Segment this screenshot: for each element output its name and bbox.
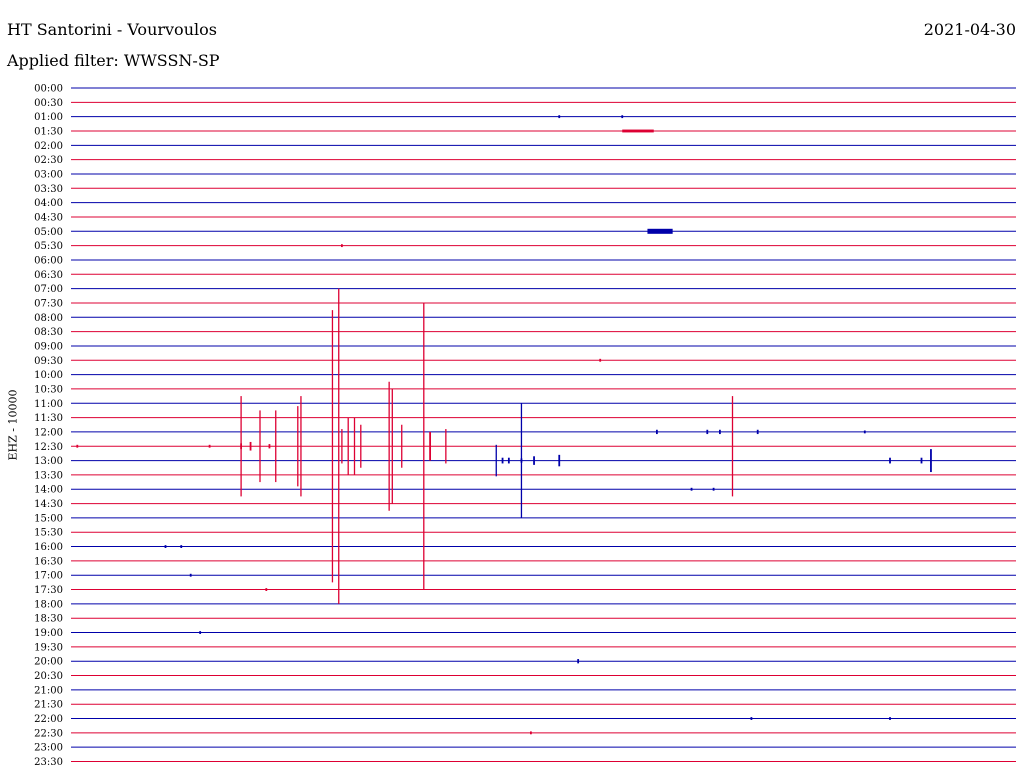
time-tick-label: 09:30 <box>34 356 63 367</box>
time-tick-label: 02:30 <box>34 155 63 166</box>
event-burst <box>647 228 673 234</box>
time-tick-label: 05:00 <box>34 227 63 238</box>
time-tick-label: 21:00 <box>34 685 63 696</box>
time-tick-label: 01:00 <box>34 112 63 123</box>
time-tick-label: 06:30 <box>34 270 63 281</box>
time-tick-label: 04:30 <box>34 212 63 223</box>
time-tick-label: 07:30 <box>34 298 63 309</box>
time-tick-label: 14:30 <box>34 499 63 510</box>
event-burst <box>622 129 654 133</box>
time-tick-label: 10:30 <box>34 384 63 395</box>
time-tick-label: 19:30 <box>34 642 63 653</box>
time-tick-label: 13:00 <box>34 456 63 467</box>
time-tick-label: 06:00 <box>34 255 63 266</box>
time-tick-label: 18:30 <box>34 614 63 625</box>
time-tick-label: 02:00 <box>34 141 63 152</box>
time-tick-label: 09:00 <box>34 341 63 352</box>
time-tick-label: 15:00 <box>34 513 63 524</box>
time-tick-label: 00:30 <box>34 98 63 109</box>
time-tick-label: 20:00 <box>34 657 63 668</box>
time-tick-label: 19:00 <box>34 628 63 639</box>
time-tick-label: 16:00 <box>34 542 63 553</box>
time-tick-label: 16:30 <box>34 556 63 567</box>
time-tick-label: 05:30 <box>34 241 63 252</box>
time-tick-label: 20:30 <box>34 671 63 682</box>
time-tick-label: 15:30 <box>34 528 63 539</box>
time-tick-label: 17:00 <box>34 571 63 582</box>
time-tick-label: 08:30 <box>34 327 63 338</box>
time-tick-label: 14:00 <box>34 485 63 496</box>
time-tick-label: 18:00 <box>34 599 63 610</box>
time-tick-label: 13:30 <box>34 470 63 481</box>
time-tick-label: 22:30 <box>34 728 63 739</box>
time-tick-label: 21:30 <box>34 700 63 711</box>
time-tick-label: 23:30 <box>34 757 63 768</box>
time-tick-label: 08:00 <box>34 313 63 324</box>
time-tick-label: 03:00 <box>34 169 63 180</box>
time-tick-label: 12:30 <box>34 442 63 453</box>
time-tick-label: 12:00 <box>34 427 63 438</box>
time-tick-label: 11:00 <box>34 399 63 410</box>
time-tick-label: 23:00 <box>34 743 63 754</box>
time-tick-label: 04:00 <box>34 198 63 209</box>
time-tick-label: 22:00 <box>34 714 63 725</box>
time-tick-label: 07:00 <box>34 284 63 295</box>
time-tick-label: 17:30 <box>34 585 63 596</box>
time-tick-label: 03:30 <box>34 184 63 195</box>
time-tick-label: 00:00 <box>34 84 63 95</box>
time-tick-label: 10:00 <box>34 370 63 381</box>
seismogram-chart: 00:00 00:30 01:00 01:30 02:00 02:30 03:00 03:30… <box>34 84 1016 768</box>
time-tick-label: 01:30 <box>34 126 63 137</box>
time-tick-label: 11:30 <box>34 413 63 424</box>
